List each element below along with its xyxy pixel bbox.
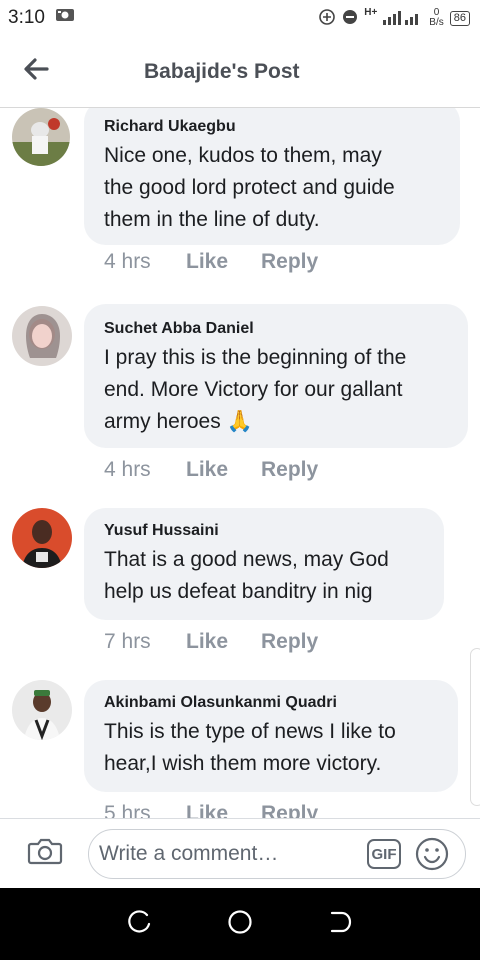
- smiley-icon[interactable]: [415, 837, 449, 871]
- avatar[interactable]: [12, 508, 72, 568]
- network-type: H+: [364, 6, 378, 18]
- comment-bubble[interactable]: Richard Ukaegbu Nice one, kudos to them,…: [84, 108, 460, 245]
- camera-button[interactable]: [0, 819, 90, 889]
- data-saver-icon: [318, 8, 336, 29]
- comment-time: 4 hrs: [104, 250, 151, 273]
- comment-time: 4 hrs: [104, 458, 151, 481]
- comment-actions: 7 hrs Like Reply: [104, 630, 318, 654]
- page-title: Babajide's Post: [144, 59, 300, 83]
- gif-button[interactable]: GIF: [367, 839, 401, 869]
- scroll-handle[interactable]: [470, 648, 480, 806]
- comment-bubble[interactable]: Akinbami Olasunkanmi Quadri This is the …: [84, 680, 458, 792]
- comment-input-placeholder: Write a comment…: [99, 842, 279, 865]
- comment-time: 5 hrs: [104, 802, 151, 818]
- comment-actions: 4 hrs Like Reply: [104, 250, 318, 274]
- comment-time: 7 hrs: [104, 630, 151, 653]
- like-button[interactable]: Like: [186, 802, 261, 818]
- signal-icon: [383, 9, 423, 28]
- comment-text: Nice one, kudos to them, may the good lo…: [104, 144, 395, 231]
- recents-icon[interactable]: [127, 909, 152, 939]
- reply-button[interactable]: Reply: [261, 250, 318, 274]
- do-not-disturb-icon: [342, 9, 358, 28]
- status-bar: 3:10 H+ 0 B/s 86: [0, 0, 480, 36]
- avatar[interactable]: [12, 680, 72, 740]
- reply-button[interactable]: Reply: [261, 802, 318, 818]
- comments-feed[interactable]: Richard Ukaegbu Nice one, kudos to them,…: [0, 108, 480, 818]
- gallery-notification-icon: [55, 7, 75, 29]
- network-speed: 0 B/s: [429, 7, 444, 28]
- status-time: 3:10: [8, 7, 45, 28]
- comment-text: I pray this is the beginning of the end.…: [104, 346, 407, 433]
- system-nav-bar: [0, 888, 480, 960]
- back-button[interactable]: [0, 36, 72, 108]
- comment-author[interactable]: Akinbami Olasunkanmi Quadri: [104, 694, 438, 712]
- app-bar: Babajide's Post: [0, 36, 480, 108]
- comment-text: This is the type of news I like to hear,…: [104, 720, 396, 775]
- like-button[interactable]: Like: [186, 630, 261, 654]
- battery-icon: 86: [449, 10, 470, 26]
- reply-button[interactable]: Reply: [261, 630, 318, 654]
- like-button[interactable]: Like: [186, 458, 261, 482]
- comment-input[interactable]: Write a comment… GIF: [88, 829, 466, 879]
- comment-author[interactable]: Yusuf Hussaini: [104, 522, 424, 540]
- comment-bubble[interactable]: Yusuf Hussaini That is a good news, may …: [84, 508, 444, 620]
- comment-author[interactable]: Richard Ukaegbu: [104, 118, 440, 136]
- like-button[interactable]: Like: [186, 250, 261, 274]
- comment-actions: 5 hrs Like Reply: [104, 802, 318, 818]
- arrow-left-icon: [23, 58, 49, 85]
- avatar[interactable]: [12, 306, 72, 366]
- comment-composer: Write a comment… GIF: [0, 818, 480, 888]
- comment-text: That is a good news, may God help us def…: [104, 548, 389, 603]
- comment-bubble[interactable]: Suchet Abba Daniel I pray this is the be…: [84, 304, 468, 448]
- reply-button[interactable]: Reply: [261, 458, 318, 482]
- comment-author[interactable]: Suchet Abba Daniel: [104, 320, 448, 338]
- comment-actions: 4 hrs Like Reply: [104, 458, 318, 482]
- home-icon[interactable]: [227, 909, 253, 940]
- camera-icon: [27, 836, 63, 871]
- back-nav-icon[interactable]: [328, 910, 352, 939]
- avatar[interactable]: [12, 108, 70, 166]
